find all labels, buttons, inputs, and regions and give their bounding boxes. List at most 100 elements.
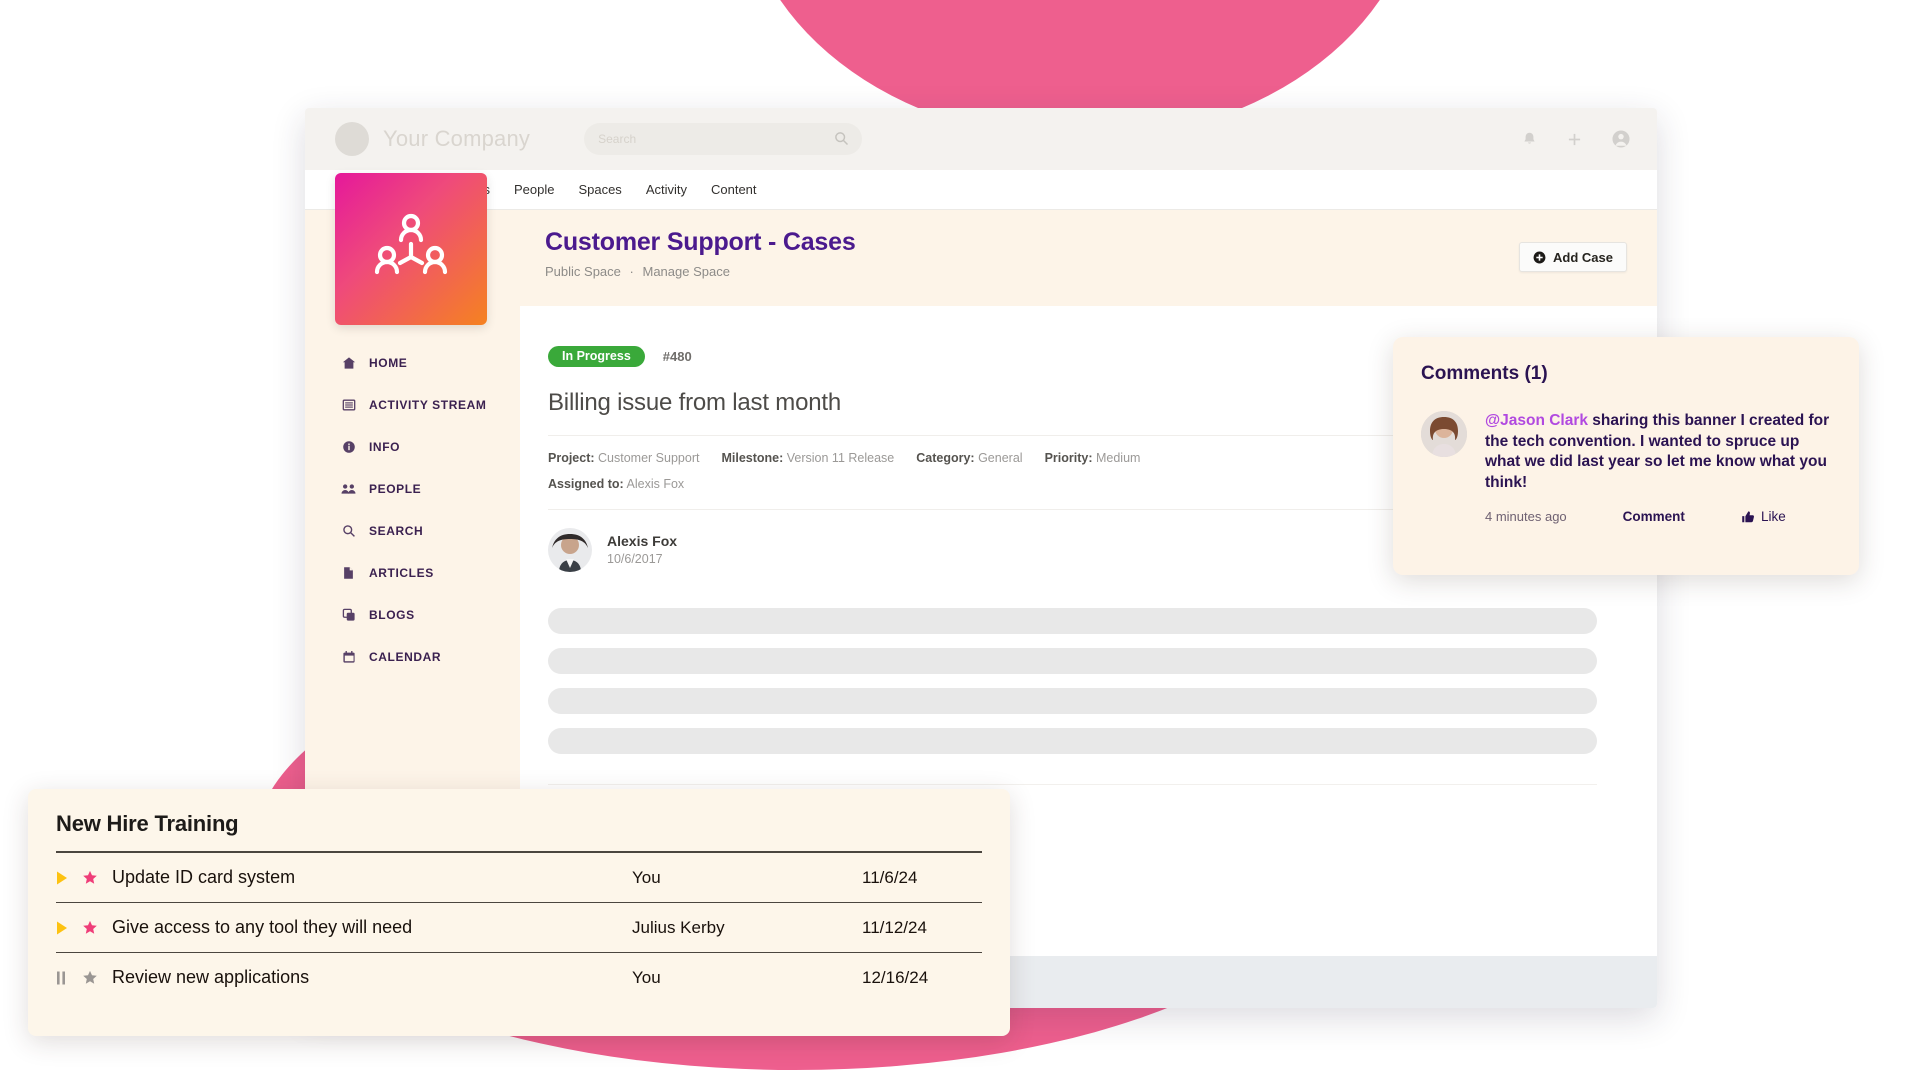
sidebar-item-label: CALENDAR — [369, 650, 442, 664]
space-subtitle: Public Space · Manage Space — [545, 264, 730, 279]
comments-card: Comments (1) @Jason Clark sharing this b… — [1393, 337, 1859, 575]
sidebar-item-label: ARTICLES — [369, 566, 434, 580]
circle-plus-icon — [1533, 251, 1546, 263]
sidebar-item-calendar[interactable]: CALENDAR — [305, 636, 520, 678]
play-triangle-icon[interactable] — [56, 870, 82, 886]
sidebar-item-label: PEOPLE — [369, 482, 422, 496]
task-label: Review new applications — [112, 967, 310, 987]
sidebar-item-label: ACTIVITY STREAM — [369, 398, 487, 412]
meta-category: Category: General — [916, 451, 1022, 465]
list-icon — [341, 398, 356, 412]
nav-item-content[interactable]: Content — [711, 182, 757, 197]
meta-value: General — [978, 450, 1023, 465]
comment-mention[interactable]: @Jason Clark — [1485, 412, 1588, 429]
sidebar-item-label: HOME — [369, 356, 408, 370]
comment-item: @Jason Clark sharing this banner I creat… — [1421, 411, 1831, 524]
author-name: Alexis Fox — [607, 533, 678, 549]
copy-icon — [341, 608, 356, 622]
meta-project: Project: Customer Support — [548, 451, 699, 465]
comment-text: @Jason Clark sharing this banner I creat… — [1485, 411, 1831, 493]
separator-dot: · — [629, 264, 634, 279]
meta-label: Priority: — [1044, 450, 1093, 465]
thumbs-up-icon — [1742, 511, 1754, 523]
task-date: 11/12/24 — [862, 917, 927, 937]
star-icon[interactable] — [82, 870, 112, 886]
comments-heading: Comments (1) — [1421, 363, 1548, 384]
info-icon — [341, 440, 356, 454]
space-avatar-tile — [335, 173, 487, 325]
status-badge: In Progress — [548, 346, 645, 367]
space-type: Public Space — [545, 264, 621, 279]
meta-value: Alexis Fox — [626, 476, 685, 491]
divider — [548, 783, 1597, 785]
sidebar-item-label: SEARCH — [369, 524, 424, 538]
pause-icon[interactable] — [56, 970, 82, 986]
meta-priority: Priority: Medium — [1045, 451, 1141, 465]
table-row[interactable]: Give access to any tool they will need J… — [56, 902, 982, 952]
placeholder-bar — [548, 647, 1597, 674]
task-date: 12/16/24 — [862, 967, 929, 987]
avatar — [548, 527, 592, 572]
meta-value: Customer Support — [598, 450, 700, 465]
comment-timestamp: 4 minutes ago — [1485, 509, 1567, 525]
sidebar-item-home[interactable]: HOME — [305, 342, 520, 384]
comment-reply-button[interactable]: Comment — [1623, 509, 1685, 524]
table-row[interactable]: Update ID card system You 11/6/24 — [56, 852, 982, 902]
company-name: Your Company — [383, 126, 531, 151]
search-placeholder: Search — [598, 132, 637, 146]
task-date: 11/6/24 — [862, 867, 918, 887]
document-icon — [341, 566, 356, 580]
nav-item-people[interactable]: People — [514, 182, 554, 197]
brand-bar: Your Company Search — [305, 108, 1657, 170]
sidebar-item-label: INFO — [369, 440, 401, 454]
task-label: Give access to any tool they will need — [112, 917, 413, 937]
comment-actions: 4 minutes ago Comment Like — [1485, 509, 1831, 524]
sidebar-item-search[interactable]: SEARCH — [305, 510, 520, 552]
placeholder-bar — [548, 607, 1597, 634]
manage-space-link[interactable]: Manage Space — [642, 264, 729, 279]
bell-icon[interactable] — [1521, 131, 1538, 148]
sidebar-item-articles[interactable]: ARTICLES — [305, 552, 520, 594]
tasks-card: New Hire Training Update ID card system … — [28, 789, 1010, 1036]
add-case-button[interactable]: Add Case — [1519, 242, 1627, 272]
meta-label: Category: — [916, 450, 975, 465]
people-icon — [341, 482, 356, 496]
brand-actions — [1521, 108, 1631, 170]
sidebar-item-label: BLOGS — [369, 608, 415, 622]
star-icon[interactable] — [82, 920, 112, 936]
comment-like-button[interactable]: Like — [1741, 509, 1786, 524]
calendar-icon — [341, 650, 356, 664]
tasks-title: New Hire Training — [56, 811, 239, 836]
sidebar-item-blogs[interactable]: BLOGS — [305, 594, 520, 636]
meta-milestone: Milestone: Version 11 Release — [721, 451, 894, 465]
meta-value: Medium — [1095, 450, 1141, 465]
author-date: 10/6/2017 — [607, 552, 663, 566]
sidebar-list: HOME ACTIVITY STREAM INFO PEOPLE SEARCH … — [305, 306, 520, 678]
user-circle-icon[interactable] — [1611, 129, 1631, 149]
content-placeholders — [548, 607, 1597, 754]
sidebar-item-people[interactable]: PEOPLE — [305, 468, 520, 510]
meta-label: Project: — [548, 450, 595, 465]
task-owner: You — [632, 867, 661, 887]
placeholder-bar — [548, 727, 1597, 754]
search-input[interactable]: Search — [584, 123, 863, 155]
plus-icon[interactable] — [1566, 131, 1583, 148]
task-owner: Julius Kerby — [632, 917, 725, 937]
task-label: Update ID card system — [112, 867, 296, 887]
like-label: Like — [1760, 509, 1786, 525]
company-logo-icon — [335, 122, 369, 156]
meta-label: Assigned to: — [548, 476, 624, 491]
search-icon — [341, 524, 356, 538]
nav-item-activity[interactable]: Activity — [646, 182, 687, 197]
case-number: #480 — [662, 348, 692, 364]
home-icon — [341, 356, 356, 370]
table-row[interactable]: Review new applications You 12/16/24 — [56, 952, 982, 1002]
people-network-icon — [374, 213, 448, 275]
add-case-label: Add Case — [1553, 249, 1613, 265]
sidebar-item-info[interactable]: INFO — [305, 426, 520, 468]
nav-item-spaces[interactable]: Spaces — [578, 182, 621, 197]
avatar — [1421, 411, 1467, 457]
sidebar-item-activity-stream[interactable]: ACTIVITY STREAM — [305, 384, 520, 426]
star-icon[interactable] — [82, 970, 112, 986]
play-triangle-icon[interactable] — [56, 920, 82, 936]
